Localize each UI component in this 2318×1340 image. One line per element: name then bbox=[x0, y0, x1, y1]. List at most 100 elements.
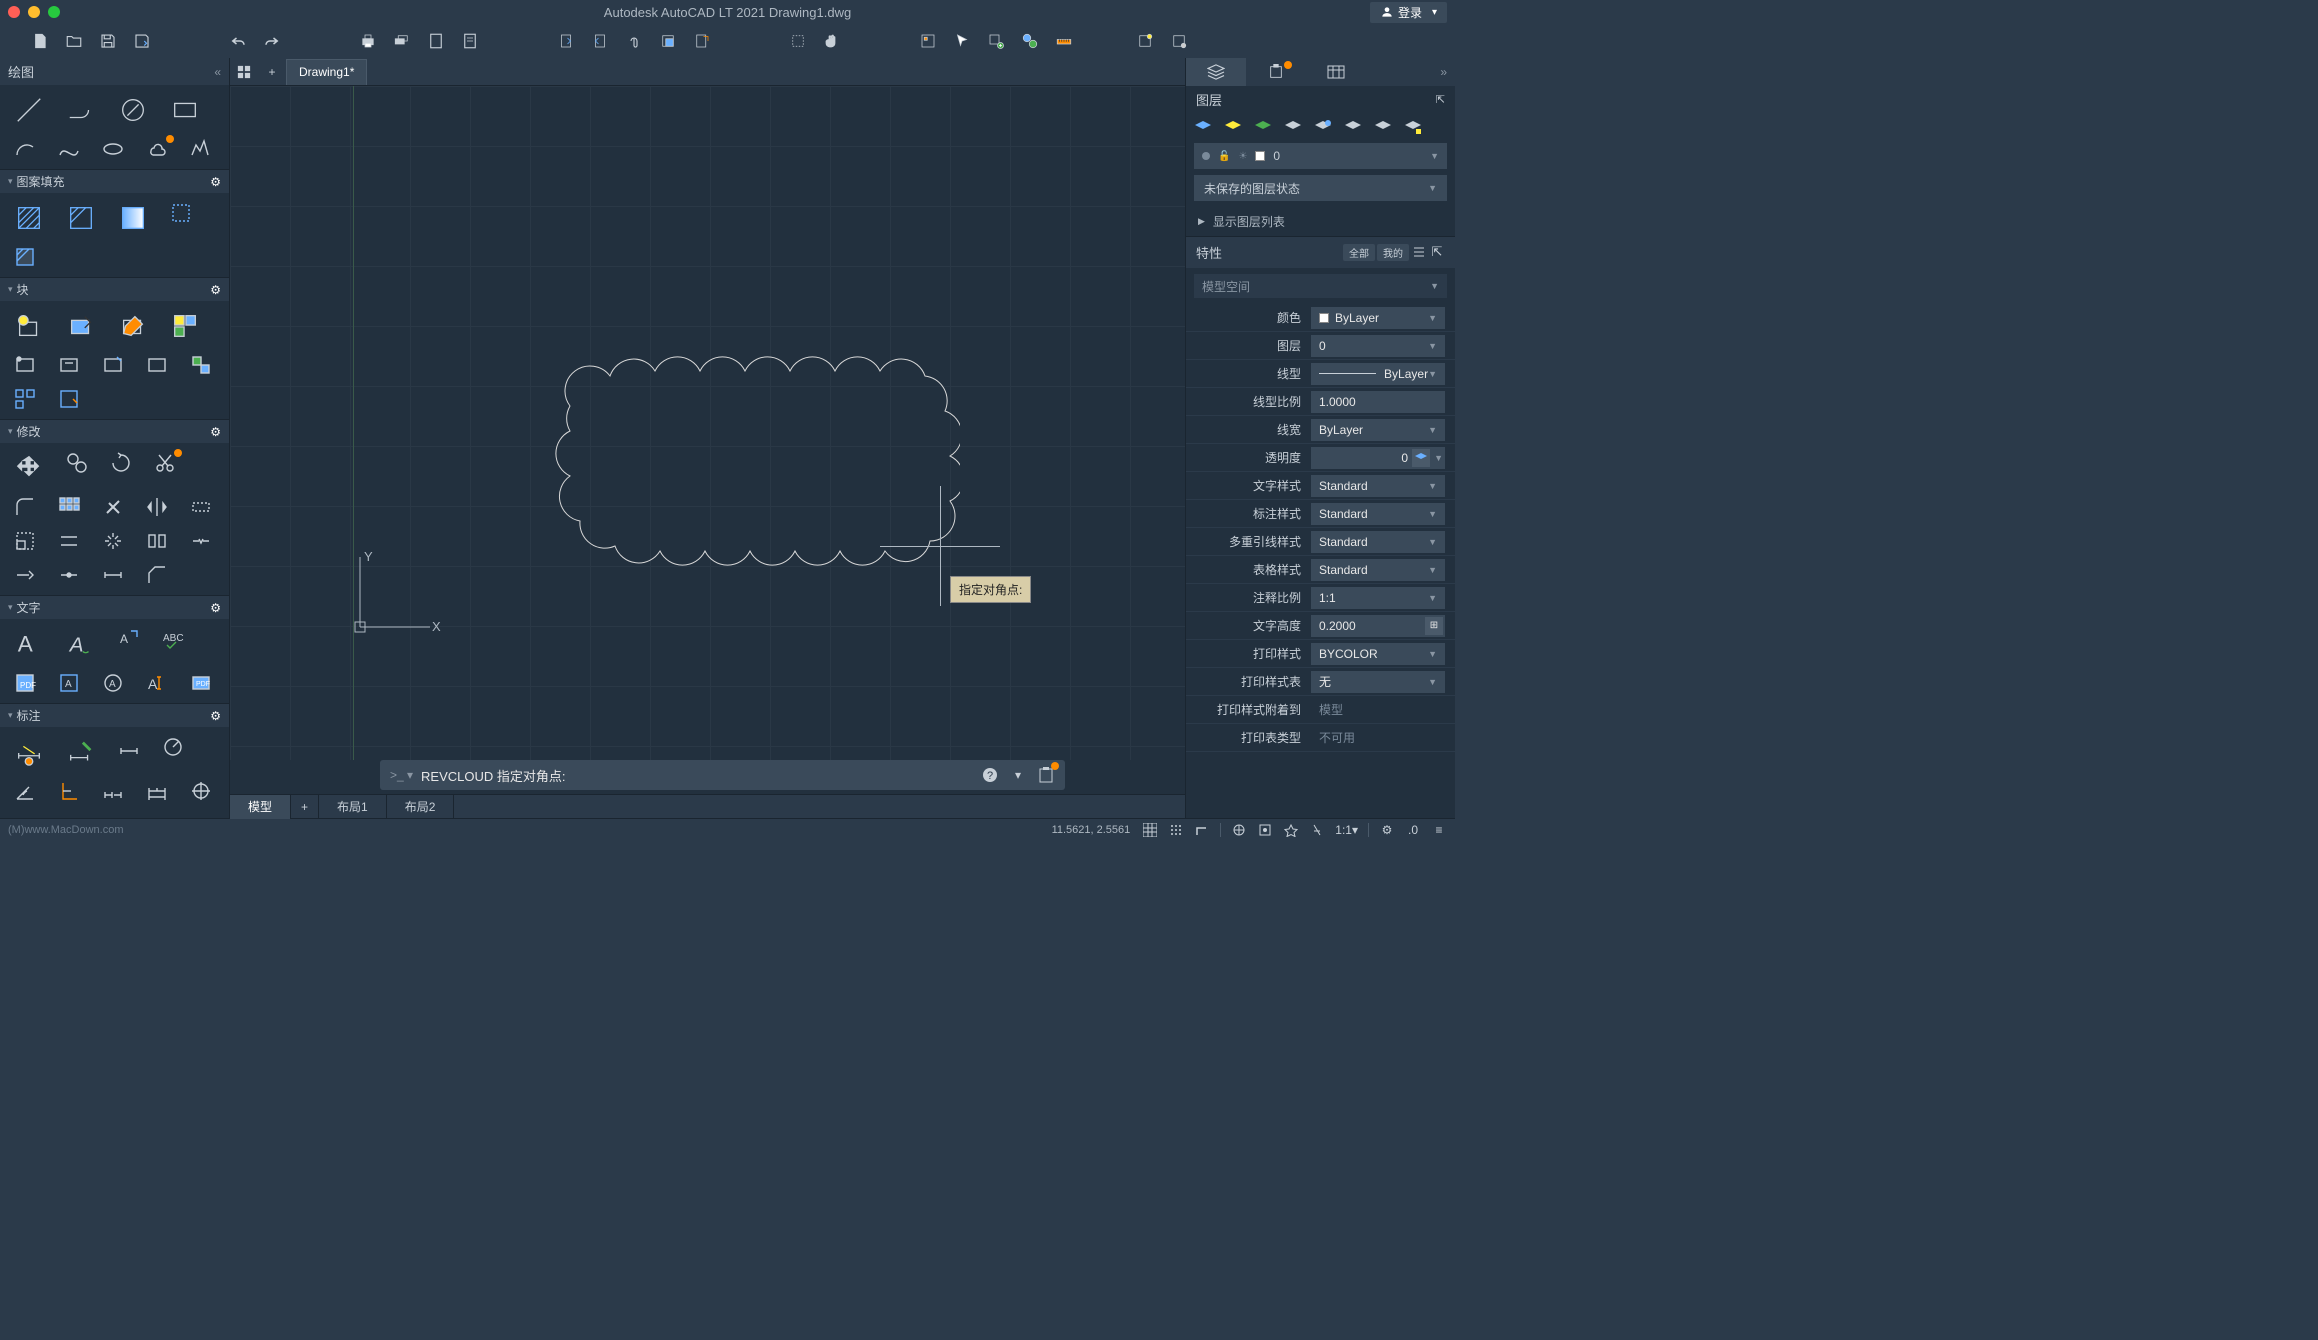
textscale-tool[interactable]: A bbox=[136, 667, 178, 699]
design-center-tool[interactable] bbox=[160, 305, 210, 347]
layer-previous-icon[interactable] bbox=[1314, 119, 1332, 137]
tables-tab[interactable] bbox=[1306, 58, 1366, 86]
hatch-tool[interactable] bbox=[4, 197, 54, 239]
zoom-window-icon[interactable] bbox=[788, 31, 808, 51]
layer-thaw-icon[interactable] bbox=[1374, 119, 1392, 137]
color-value[interactable]: ByLayer▼ bbox=[1311, 307, 1445, 329]
select-icon[interactable] bbox=[952, 31, 972, 51]
point-tool[interactable] bbox=[180, 133, 222, 165]
page-setup-icon[interactable] bbox=[426, 31, 446, 51]
align-tool[interactable] bbox=[136, 525, 178, 557]
plot-preview-icon[interactable] bbox=[460, 31, 480, 51]
collapse-panel-icon[interactable]: « bbox=[214, 65, 221, 79]
textfind-tool[interactable]: A bbox=[48, 667, 90, 699]
break-tool[interactable] bbox=[180, 525, 222, 557]
trim-tool[interactable] bbox=[144, 447, 186, 479]
blockcount-tool[interactable] bbox=[4, 383, 46, 415]
dim-tool[interactable] bbox=[4, 731, 54, 773]
gear-icon[interactable]: ⚙ bbox=[210, 175, 221, 189]
annoscale-value[interactable]: 1:1▼ bbox=[1311, 587, 1445, 609]
close-window-button[interactable] bbox=[8, 6, 20, 18]
command-history-icon[interactable]: >_ ▾ bbox=[390, 768, 413, 782]
textheight-value[interactable]: 0.2000⊞ bbox=[1311, 615, 1445, 637]
plotstyletable-value[interactable]: 无▼ bbox=[1311, 671, 1445, 693]
attdef-tool[interactable] bbox=[4, 349, 46, 381]
textalign-tool[interactable]: A bbox=[92, 667, 134, 699]
array-tool[interactable] bbox=[48, 491, 90, 523]
undo-icon[interactable] bbox=[228, 31, 248, 51]
show-layer-list-toggle[interactable]: 显示图层列表 bbox=[1186, 207, 1455, 236]
props-list-icon[interactable] bbox=[1411, 244, 1427, 260]
audit-icon[interactable] bbox=[692, 31, 712, 51]
attedit-tool[interactable] bbox=[48, 349, 90, 381]
block-editor-icon[interactable] bbox=[1135, 31, 1155, 51]
layers-popout-icon[interactable]: ⇱ bbox=[1436, 93, 1445, 106]
command-clipboard-icon[interactable] bbox=[1037, 766, 1055, 784]
grid-mode-icon[interactable] bbox=[1142, 822, 1158, 838]
rectangle-tool[interactable] bbox=[160, 89, 210, 131]
layer-isolate-icon[interactable] bbox=[1254, 119, 1272, 137]
model-tab[interactable]: 模型 bbox=[230, 795, 291, 819]
layer-state-dropdown[interactable]: 未保存的图层状态 ▼ bbox=[1194, 175, 1447, 201]
field-tool[interactable]: PDF bbox=[4, 667, 46, 699]
layer-match-icon[interactable] bbox=[1344, 119, 1362, 137]
save-as-icon[interactable] bbox=[132, 31, 152, 51]
scale-dropdown[interactable]: 1:1 ▾ bbox=[1335, 822, 1358, 838]
units-icon[interactable]: .0 bbox=[1405, 822, 1421, 838]
erase-tool[interactable] bbox=[92, 491, 134, 523]
layer-value[interactable]: 0▼ bbox=[1311, 335, 1445, 357]
dimstyle-value[interactable]: Standard▼ bbox=[1311, 503, 1445, 525]
extend-tool[interactable] bbox=[4, 559, 46, 591]
dim-section-header[interactable]: 标注⚙ bbox=[0, 703, 229, 727]
ortho-mode-icon[interactable] bbox=[1194, 822, 1210, 838]
current-layer-dropdown[interactable]: 🔓 ☀ 0 ▼ bbox=[1194, 143, 1447, 169]
layer-unlock-icon[interactable] bbox=[1404, 119, 1422, 137]
explode-tool[interactable] bbox=[92, 525, 134, 557]
spellcheck-tool[interactable]: ABC bbox=[152, 623, 194, 655]
text-tool[interactable]: A bbox=[56, 623, 106, 665]
rotate-tool[interactable] bbox=[100, 447, 142, 479]
offset-tool[interactable] bbox=[48, 525, 90, 557]
move-tool[interactable] bbox=[4, 447, 54, 489]
document-tab[interactable]: Drawing1* bbox=[286, 59, 367, 85]
lengthen-tool[interactable] bbox=[92, 559, 134, 591]
pan-icon[interactable] bbox=[822, 31, 842, 51]
open-file-icon[interactable] bbox=[64, 31, 84, 51]
drawing-canvas[interactable]: 指定对角点: X Y bbox=[230, 86, 1185, 760]
dim-edit-tool[interactable] bbox=[56, 731, 106, 773]
maximize-window-button[interactable] bbox=[48, 6, 60, 18]
right-panel-expand-icon[interactable]: » bbox=[1432, 65, 1455, 79]
transparency-bylayer-icon[interactable] bbox=[1412, 449, 1430, 467]
blockreplace-tool[interactable] bbox=[180, 349, 222, 381]
object-snap-icon[interactable] bbox=[1257, 822, 1273, 838]
textstyle-value[interactable]: Standard▼ bbox=[1311, 475, 1445, 497]
layer-off-icon[interactable] bbox=[1194, 119, 1212, 137]
tab-grid-icon[interactable] bbox=[230, 58, 258, 86]
ellipse-tool[interactable] bbox=[92, 133, 134, 165]
dim-continue-tool[interactable] bbox=[92, 775, 134, 807]
gear-icon[interactable]: ⚙ bbox=[210, 425, 221, 439]
new-tab-icon[interactable]: + bbox=[258, 58, 286, 86]
mtext-tool[interactable]: A bbox=[4, 623, 54, 665]
print-icon[interactable] bbox=[358, 31, 378, 51]
import-icon[interactable] bbox=[590, 31, 610, 51]
copy-tool[interactable] bbox=[56, 447, 98, 479]
batch-print-icon[interactable] bbox=[392, 31, 412, 51]
props-mine-pill[interactable]: 我的 bbox=[1377, 244, 1409, 261]
stretch-tool[interactable] bbox=[180, 491, 222, 523]
polyline-tool[interactable] bbox=[56, 89, 106, 131]
gear-icon[interactable]: ⚙ bbox=[210, 601, 221, 615]
dim-angular-tool[interactable] bbox=[4, 775, 46, 807]
redo-icon[interactable] bbox=[262, 31, 282, 51]
export-icon[interactable] bbox=[556, 31, 576, 51]
linetype-value[interactable]: ByLayer▼ bbox=[1311, 363, 1445, 385]
block-edit-tool[interactable] bbox=[108, 305, 158, 347]
dim-tolerance-tool[interactable] bbox=[4, 809, 46, 818]
new-file-icon[interactable] bbox=[30, 31, 50, 51]
dim-ordinate-tool[interactable] bbox=[48, 775, 90, 807]
wblock-tool[interactable] bbox=[92, 349, 134, 381]
dim-center-tool[interactable] bbox=[180, 775, 222, 807]
fillet-tool[interactable] bbox=[4, 491, 46, 523]
save-icon[interactable] bbox=[98, 31, 118, 51]
ltscale-value[interactable]: 1.0000 bbox=[1311, 391, 1445, 413]
